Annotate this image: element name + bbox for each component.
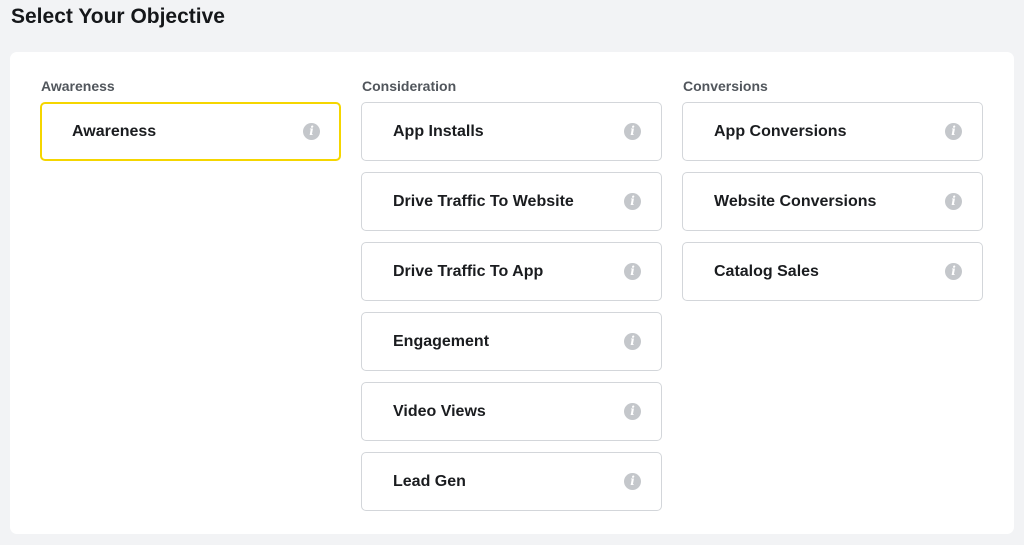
objective-label: App Conversions (714, 123, 847, 140)
info-icon[interactable]: i (945, 263, 962, 280)
objective-engagement[interactable]: Engagement i (361, 312, 662, 371)
info-icon[interactable]: i (624, 263, 641, 280)
info-icon[interactable]: i (624, 193, 641, 210)
objective-website-conversions[interactable]: Website Conversions i (682, 172, 983, 231)
info-icon[interactable]: i (624, 473, 641, 490)
objective-label: Engagement (393, 333, 490, 350)
objective-awareness[interactable]: Awareness i (40, 102, 341, 161)
objective-label: Catalog Sales (714, 263, 819, 280)
objective-label: Website Conversions (714, 193, 877, 210)
info-icon[interactable]: i (624, 403, 641, 420)
consideration-column: Consideration App Installs i Drive Traff… (361, 78, 662, 522)
objective-label: App Installs (393, 123, 484, 140)
objective-label: Awareness (72, 123, 157, 140)
objective-label: Lead Gen (393, 473, 466, 490)
objective-label: Video Views (393, 403, 486, 420)
consideration-heading: Consideration (362, 78, 457, 94)
conversions-heading: Conversions (683, 78, 768, 94)
objective-label: Drive Traffic To App (393, 263, 544, 280)
awareness-heading: Awareness (41, 78, 115, 94)
objective-lead-gen[interactable]: Lead Gen i (361, 452, 662, 511)
page-title: Select Your Objective (11, 5, 225, 28)
info-icon[interactable]: i (945, 123, 962, 140)
awareness-column: Awareness Awareness i (40, 78, 341, 172)
objective-label: Drive Traffic To Website (393, 193, 574, 210)
objective-drive-traffic-to-website[interactable]: Drive Traffic To Website i (361, 172, 662, 231)
objective-app-installs[interactable]: App Installs i (361, 102, 662, 161)
info-icon[interactable]: i (624, 123, 641, 140)
info-icon[interactable]: i (303, 123, 320, 140)
objective-drive-traffic-to-app[interactable]: Drive Traffic To App i (361, 242, 662, 301)
info-icon[interactable]: i (624, 333, 641, 350)
info-icon[interactable]: i (945, 193, 962, 210)
objective-catalog-sales[interactable]: Catalog Sales i (682, 242, 983, 301)
conversions-column: Conversions App Conversions i Website Co… (682, 78, 983, 312)
objectives-panel: Awareness Awareness i Consideration App … (10, 52, 1014, 534)
objective-app-conversions[interactable]: App Conversions i (682, 102, 983, 161)
objective-video-views[interactable]: Video Views i (361, 382, 662, 441)
